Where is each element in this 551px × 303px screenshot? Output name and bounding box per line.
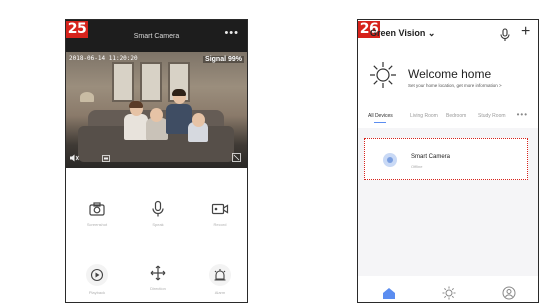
video-scene-window: [112, 62, 134, 102]
room-tabs: All Devices Living Room Bedroom Study Ro…: [358, 110, 538, 124]
playback-button[interactable]: Playback: [77, 264, 117, 295]
camera-header: 25 Smart Camera •••: [66, 20, 247, 52]
tab-study-room[interactable]: Study Room: [478, 113, 506, 119]
screenshot-label: Screenshot: [86, 222, 108, 227]
chevron-down-icon: ⌄: [427, 28, 436, 38]
record-button[interactable]: Record: [200, 200, 240, 227]
home-name: Green Vision: [370, 28, 426, 38]
tab-bedroom[interactable]: Bedroom: [446, 113, 466, 119]
fullscreen-icon[interactable]: [232, 153, 241, 164]
step-badge-25: 25: [66, 21, 88, 38]
video-scene-lamp: [80, 92, 94, 102]
camera-icon: [89, 202, 105, 216]
tab-living-room[interactable]: Living Room: [410, 113, 438, 119]
quality-icon[interactable]: [102, 155, 110, 164]
mute-icon[interactable]: [70, 154, 79, 164]
video-person: [172, 89, 186, 96]
bottom-navigation: [358, 276, 538, 302]
home-selector[interactable]: Green Vision ⌄: [370, 28, 435, 39]
camera-title: Smart Camera: [133, 33, 180, 40]
welcome-title: Welcome home: [408, 67, 492, 81]
speak-label: Speak: [152, 222, 164, 227]
more-tabs-icon[interactable]: •••: [517, 110, 528, 119]
record-icon: [211, 203, 229, 215]
device-status: Offline: [411, 164, 423, 169]
camera-screen: 25 Smart Camera ••• 2018-06-14 11:20:20 …: [65, 19, 248, 303]
video-scene-window: [140, 62, 162, 102]
video-person: [150, 108, 163, 122]
alarm-icon: [209, 264, 231, 286]
direction-label: Direction: [150, 286, 166, 291]
video-timestamp: 2018-06-14 11:20:20: [69, 55, 138, 62]
live-video-feed[interactable]: 2018-06-14 11:20:20 Signal 99%: [66, 52, 247, 168]
signal-strength: Signal 99%: [203, 56, 244, 63]
camera-controls: Screenshot Speak Record Playback Directi…: [66, 180, 247, 302]
playback-label: Playback: [88, 290, 106, 295]
video-person: [192, 113, 205, 127]
screenshot-button[interactable]: Screenshot: [77, 200, 117, 227]
microphone-icon: [152, 200, 164, 217]
playback-icon: [86, 264, 108, 286]
alarm-label: Alarm: [214, 290, 226, 295]
home-screen: 26 Green Vision ⌄ + Welcome home Set you…: [357, 19, 539, 303]
microphone-icon[interactable]: [500, 28, 510, 42]
scene-icon[interactable]: [442, 286, 456, 300]
tab-all-devices[interactable]: All Devices: [368, 113, 393, 119]
alarm-button[interactable]: Alarm: [200, 264, 240, 295]
record-label: Record: [213, 222, 227, 227]
profile-icon[interactable]: [502, 286, 516, 300]
direction-button[interactable]: Direction: [138, 264, 178, 291]
add-device-button[interactable]: +: [521, 24, 530, 40]
move-icon: [150, 265, 166, 281]
set-location-link[interactable]: Set your home location, get more informa…: [408, 83, 502, 88]
active-tab-indicator: [374, 122, 386, 123]
video-person: [124, 114, 148, 140]
video-person: [129, 101, 143, 108]
device-card-smart-camera[interactable]: Smart Camera Offline: [364, 138, 528, 180]
speak-button[interactable]: Speak: [138, 200, 178, 227]
more-options-icon[interactable]: •••: [224, 27, 239, 39]
device-name: Smart Camera: [411, 154, 451, 160]
sun-icon: [370, 62, 396, 88]
camera-device-icon: [383, 153, 397, 167]
home-icon[interactable]: [382, 286, 396, 300]
